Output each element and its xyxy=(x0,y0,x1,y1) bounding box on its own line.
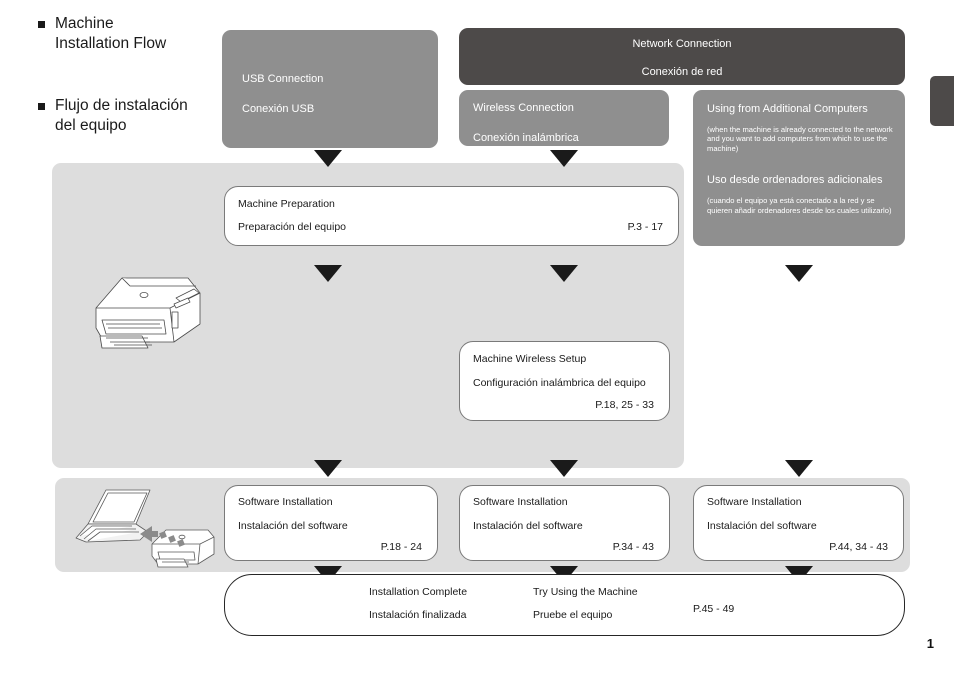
wireless-connection-title-es: Conexión inalámbrica xyxy=(473,132,579,144)
arrow-preparation-to-software-usb xyxy=(314,265,342,282)
installation-flow-diagram: Machine Installation Flow Flujo de insta… xyxy=(0,0,954,676)
arrow-usb-to-preparation xyxy=(314,150,342,167)
printer-illustration xyxy=(95,277,201,349)
arrow-to-software-additional xyxy=(785,460,813,477)
software-installation-box-usb: Software Installation Instalación del so… xyxy=(224,485,438,561)
software-installation-pages: P.18 - 24 xyxy=(380,541,422,553)
heading-text-english: Machine Installation Flow xyxy=(55,15,167,52)
network-connection-box: Network Connection Conexión de red xyxy=(459,28,905,85)
try-using-machine-label-en: Try Using the Machine xyxy=(533,586,638,598)
square-bullet-icon xyxy=(38,103,45,110)
heading-item-english: Machine Installation Flow xyxy=(38,14,228,54)
machine-preparation-pages: P.3 - 17 xyxy=(627,221,663,233)
completion-pages: P.45 - 49 xyxy=(693,603,735,615)
laptop-and-printer-illustration xyxy=(75,489,215,568)
arrow-to-software-usb xyxy=(314,460,342,477)
additional-computers-note-en: (when the machine is already connected t… xyxy=(707,125,893,153)
machine-wireless-setup-box: Machine Wireless Setup Configuración ina… xyxy=(459,341,670,421)
software-installation-box-wireless: Software Installation Instalación del so… xyxy=(459,485,670,561)
machine-wireless-setup-title-en: Machine Wireless Setup xyxy=(473,353,587,365)
installation-complete-label-es: Instalación finalizada xyxy=(369,609,467,621)
additional-computers-title-es: Uso desde ordenadores adicionales xyxy=(707,174,883,187)
installation-complete-box: Installation Complete Instalación finali… xyxy=(224,574,905,636)
additional-computers-box: Using from Additional Computers (when th… xyxy=(693,90,905,246)
software-installation-title-en: Software Installation xyxy=(473,496,568,508)
page-edge-tab xyxy=(930,76,954,126)
software-installation-pages: P.44, 34 - 43 xyxy=(829,541,888,553)
usb-connection-box: USB Connection Conexión USB xyxy=(222,30,438,148)
additional-computers-note-es: (cuando el equipo ya está conectado a la… xyxy=(707,196,892,215)
heading-text-spanish: Flujo de instalación del equipo xyxy=(55,97,188,134)
software-installation-title-en: Software Installation xyxy=(707,496,802,508)
installation-complete-label-en: Installation Complete xyxy=(369,586,468,598)
additional-computers-title-en: Using from Additional Computers xyxy=(707,103,868,115)
usb-connection-title-es: Conexión USB xyxy=(242,103,315,115)
network-connection-title-es: Conexión de red xyxy=(641,66,723,78)
network-connection-title-en: Network Connection xyxy=(632,38,732,50)
usb-connection-title-en: USB Connection xyxy=(242,73,324,85)
machine-wireless-setup-pages: P.18, 25 - 33 xyxy=(595,399,654,411)
machine-preparation-title-en: Machine Preparation xyxy=(238,198,335,210)
heading-block: Machine Installation Flow Flujo de insta… xyxy=(38,14,228,136)
software-installation-pages: P.34 - 43 xyxy=(612,541,654,553)
software-installation-title-es: Instalación del software xyxy=(473,520,583,532)
try-using-machine-label-es: Pruebe el equipo xyxy=(533,609,613,621)
arrow-wireless-to-preparation xyxy=(550,150,578,167)
arrow-to-software-wireless xyxy=(550,460,578,477)
arrow-additional-to-software xyxy=(785,265,813,282)
software-installation-title-es: Instalación del software xyxy=(238,520,348,532)
software-installation-box-additional: Software Installation Instalación del so… xyxy=(693,485,904,561)
wireless-connection-title-en: Wireless Connection xyxy=(473,102,574,114)
machine-wireless-setup-title-es: Configuración inalámbrica del equipo xyxy=(473,377,646,389)
machine-preparation-title-es: Preparación del equipo xyxy=(238,221,346,233)
machine-preparation-box: Machine Preparation Preparación del equi… xyxy=(224,186,679,246)
heading-item-spanish: Flujo de instalación del equipo xyxy=(38,96,228,136)
page-number: 1 xyxy=(926,636,934,651)
software-installation-title-es: Instalación del software xyxy=(707,520,817,532)
square-bullet-icon xyxy=(38,21,45,28)
software-installation-title-en: Software Installation xyxy=(238,496,333,508)
wireless-connection-box: Wireless Connection Conexión inalámbrica xyxy=(459,90,669,146)
arrow-preparation-to-wireless-setup xyxy=(550,265,578,282)
